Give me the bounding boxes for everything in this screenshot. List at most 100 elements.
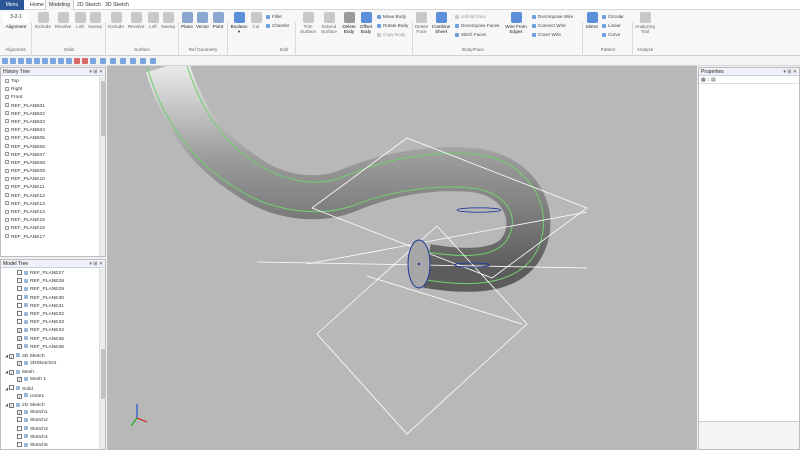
scene-svg[interactable] (107, 66, 697, 450)
model-tree-item[interactable]: ✓ REF_PLANE36 (3, 344, 98, 352)
model-tree-item[interactable]: ✓ REF_PLANE35 (3, 336, 98, 344)
history-tree-item[interactable]: REF_PLANE12 (5, 193, 98, 201)
history-tree-item[interactable]: REF_PLANE17 (5, 234, 98, 242)
rotate-view-icon[interactable] (130, 58, 136, 64)
3d-viewport[interactable] (107, 66, 697, 450)
categorized-icon[interactable]: ▦ (701, 77, 706, 83)
visibility-checkbox[interactable] (17, 441, 22, 447)
decompose-faces-button[interactable]: Decompose Faces (455, 23, 499, 29)
rotate-body-button[interactable]: Rotate Body (377, 23, 408, 29)
open-icon[interactable] (10, 58, 16, 64)
offset-body-button[interactable]: Offset Body (357, 12, 375, 34)
wireframe-icon[interactable] (66, 58, 72, 64)
model-tree-item[interactable]: Sketch2 (3, 417, 98, 425)
boolean-button[interactable]: Boolean ▾ (229, 12, 249, 34)
model-tree-item[interactable]: Sketch4 (3, 433, 98, 442)
visibility-checkbox[interactable] (17, 319, 22, 325)
model-tree-item[interactable]: ✓ Mesh 1 (3, 376, 98, 384)
history-tree-item[interactable]: REF_PLANE05 (5, 135, 98, 143)
analyzing-tool-button[interactable]: Analyzing Tool (634, 12, 656, 34)
tab-home[interactable]: Home (27, 0, 47, 10)
model-tree-item[interactable]: ◢ ✓ Mesh (3, 368, 98, 376)
panel-controls-icon[interactable]: ▾ ⊞ ✕ (783, 68, 797, 76)
visibility-checkbox[interactable] (17, 417, 22, 423)
history-tree-scrollbar[interactable] (99, 77, 105, 256)
visibility-checkbox[interactable] (17, 278, 22, 284)
pan-icon[interactable] (120, 58, 126, 64)
visibility-checkbox[interactable] (17, 302, 22, 308)
visibility-checkbox[interactable] (17, 310, 22, 316)
visibility-checkbox[interactable] (17, 270, 22, 275)
delete-body-button[interactable]: Delete Body (340, 12, 358, 34)
tube-body[interactable] (145, 66, 551, 292)
surface-extrude-button[interactable]: Extrude (106, 12, 126, 29)
model-tree-scroll-thumb[interactable] (101, 349, 105, 399)
circular-pattern-button[interactable]: Circular (602, 14, 624, 20)
history-tree-item[interactable]: REF_PLANE15 (5, 217, 98, 225)
visibility-checkbox[interactable]: ✓ (9, 353, 14, 359)
extend-surface-button[interactable]: Extend Surface (318, 12, 340, 34)
view-front-icon[interactable] (26, 58, 32, 64)
move-body-button[interactable]: Move Body (377, 14, 406, 20)
model-tree-item[interactable]: ✓ Unite1 (3, 393, 98, 401)
visibility-checkbox[interactable]: ✓ (17, 336, 22, 342)
model-tree-item[interactable]: REF_PLANE33 (3, 319, 98, 327)
undo-icon[interactable] (74, 58, 80, 64)
visibility-checkbox[interactable]: ✓ (9, 370, 14, 376)
history-tree-item[interactable]: REF_PLANE03 (5, 119, 98, 127)
section-icon[interactable] (150, 58, 156, 64)
curve-pattern-button[interactable]: Curve (602, 32, 620, 38)
model-tree-item[interactable]: REF_PLANE29 (3, 286, 98, 294)
visibility-checkbox[interactable] (17, 425, 22, 431)
copy-body-button[interactable]: Copy Body (377, 32, 405, 38)
shade-icon[interactable] (58, 58, 64, 64)
visibility-checkbox[interactable]: ✓ (17, 393, 22, 399)
history-tree-item[interactable]: REF_PLANE09 (5, 168, 98, 176)
history-tree-item[interactable]: REF_PLANE02 (5, 111, 98, 119)
model-tree-item[interactable]: REF_PLANE27 (3, 270, 98, 278)
plane-button[interactable]: Plane (179, 12, 195, 29)
model-tree-item[interactable]: ✓ REF_PLANE34 (3, 327, 98, 335)
panel-controls-icon[interactable]: ▾ ⊞ ✕ (89, 68, 103, 76)
select-icon[interactable] (100, 58, 106, 64)
tab-2d-sketch[interactable]: 2D Sketch (74, 0, 104, 10)
history-tree-item[interactable]: REF_PLANE07 (5, 152, 98, 160)
visibility-checkbox[interactable]: ✓ (17, 409, 22, 415)
model-tree-scrollbar[interactable] (99, 269, 105, 449)
measure-icon[interactable] (140, 58, 146, 64)
model-tree-item[interactable]: REF_PLANE32 (3, 310, 98, 319)
surface-revolve-button[interactable]: Revolve (126, 12, 146, 29)
redo-icon[interactable] (82, 58, 88, 64)
visibility-checkbox[interactable] (9, 385, 14, 391)
solid-revolve-button[interactable]: Revolve (53, 12, 73, 29)
fillet-button[interactable]: Fillet (266, 14, 282, 20)
decompose-wire-button[interactable]: Decompose Wire (532, 14, 573, 20)
wire-from-edges-button[interactable]: Wire From Edges (503, 12, 529, 34)
fit-icon[interactable] (90, 58, 96, 64)
history-tree-item[interactable]: REF_PLANE06 (5, 144, 98, 152)
history-tree-item[interactable]: REF_PLANE13 (5, 201, 98, 209)
history-tree-item[interactable]: Front (5, 94, 98, 102)
visibility-checkbox[interactable]: ✓ (9, 402, 14, 408)
properties-page-icon[interactable]: ▤ (711, 77, 716, 83)
connect-wire-button[interactable]: Connect Wire (532, 23, 566, 29)
solid-sweep-button[interactable]: Sweep (86, 12, 104, 29)
view-top-icon[interactable] (34, 58, 40, 64)
history-tree-item[interactable]: REF_PLANE10 (5, 176, 98, 184)
visibility-checkbox[interactable] (17, 294, 22, 300)
model-tree-item[interactable]: Sketch3 (3, 425, 98, 434)
combine-sheet-button[interactable]: Combine Sheet (430, 12, 452, 34)
vector-button[interactable]: Vector (194, 12, 211, 29)
history-tree-item[interactable]: Right (5, 86, 98, 94)
history-tree-scroll-thumb[interactable] (101, 81, 105, 136)
tab-3d-sketch[interactable]: 3D Sketch (102, 0, 132, 10)
history-tree-item[interactable]: REF_PLANE11 (5, 184, 98, 192)
visibility-checkbox[interactable]: ✓ (17, 344, 22, 350)
model-tree-item[interactable]: ◢ Solid (3, 385, 98, 393)
view-right-icon[interactable] (42, 58, 48, 64)
model-tree-item[interactable]: REF_PLANE31 (3, 302, 98, 311)
visibility-checkbox[interactable]: ✓ (17, 377, 22, 383)
cover-wire-button[interactable]: Cover Wire (532, 32, 561, 38)
history-tree-item[interactable]: REF_PLANE04 (5, 127, 98, 135)
menu-button[interactable]: Menu (0, 0, 24, 10)
